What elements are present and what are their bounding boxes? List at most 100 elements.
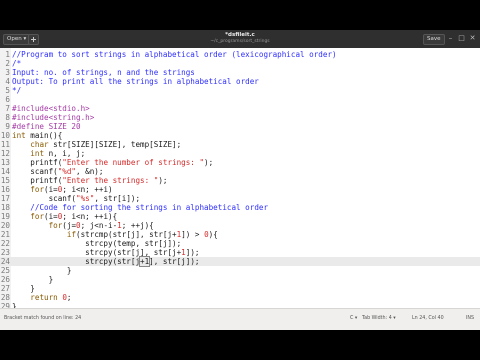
- code-line[interactable]: 13 printf("Enter the number of strings: …: [0, 158, 213, 167]
- tab-width-selector[interactable]: Tab Width: 4 ▾: [362, 315, 396, 323]
- code-token: (strcmp(str[j], str[j+: [76, 230, 177, 239]
- code-line[interactable]: 7 #include<stdio.h>: [0, 104, 89, 113]
- code-line[interactable]: 17 scanf("%s", str[i]);: [0, 194, 140, 203]
- code-token: (i=: [44, 185, 58, 194]
- code-line[interactable]: 2/*: [0, 59, 21, 68]
- line-number: 11: [0, 140, 10, 149]
- code-text: #include<string.h>: [12, 113, 94, 122]
- code-token: str[SIZE][SIZE], temp[SIZE];: [48, 140, 182, 149]
- code-line[interactable]: 27 }: [0, 284, 35, 293]
- code-editor[interactable]: 1//Program to sort strings in alphabetic…: [0, 48, 480, 308]
- code-line[interactable]: 24 strcpy(str[j+1], str[j]);: [0, 256, 199, 267]
- code-text: return 0;: [12, 293, 71, 302]
- open-button[interactable]: Open ▾: [3, 34, 31, 45]
- code-token: #include<string.h>: [12, 113, 95, 122]
- code-text: #define SIZE 20: [12, 122, 81, 131]
- code-line[interactable]: 11 char str[SIZE][SIZE], temp[SIZE];: [0, 140, 181, 149]
- code-line[interactable]: 26 }: [0, 275, 53, 284]
- code-line[interactable]: 23 strcpy(str[j], str[j+1]);: [0, 248, 200, 257]
- code-line[interactable]: 28 return 0;: [0, 293, 72, 302]
- line-number: 28: [0, 293, 10, 302]
- code-token: int: [30, 149, 45, 158]
- code-text: scanf("%s", str[i]);: [12, 194, 140, 203]
- line-number: 12: [0, 149, 10, 158]
- code-text: char str[SIZE][SIZE], temp[SIZE];: [12, 140, 181, 149]
- line-number: 27: [0, 284, 10, 293]
- line-number: 5: [5, 86, 10, 95]
- code-line[interactable]: 19 for(i=0; i<n; ++i){: [0, 212, 117, 221]
- code-text: int main(){: [12, 131, 62, 140]
- title-bar: Open ▾ *dsfileit.c ~/c_programs/sort_str…: [0, 30, 480, 48]
- code-token: "Enter the strings: ": [62, 176, 159, 185]
- code-line[interactable]: 4 Output: To print all the strings in alp…: [0, 77, 258, 86]
- code-token: }: [12, 284, 35, 293]
- maximize-icon[interactable]: □: [457, 34, 466, 43]
- code-token: ; ++j){: [121, 221, 154, 230]
- language-selector[interactable]: C ▾: [350, 315, 357, 323]
- code-line[interactable]: 25 }: [0, 266, 72, 275]
- status-message: Bracket match found on line: 24: [4, 316, 82, 321]
- code-token: ; i<n; ++i): [62, 185, 113, 194]
- code-token: strcpy(str[j], str[j+: [12, 248, 182, 257]
- code-line[interactable]: 18 //Code for sorting the strings in alp…: [0, 203, 268, 212]
- code-text: }: [12, 275, 54, 284]
- close-icon[interactable]: ✕: [468, 34, 477, 43]
- code-token: main(){: [25, 131, 63, 140]
- code-line[interactable]: 22 strcpy(temp, str[j]);: [0, 239, 181, 248]
- code-line[interactable]: 8 #include<string.h>: [0, 113, 94, 122]
- code-line[interactable]: 15 printf("Enter the strings: ");: [0, 176, 168, 185]
- line-number: 19: [0, 212, 10, 221]
- code-line[interactable]: 16 for(i=0; i<n; ++i): [0, 185, 113, 194]
- code-line[interactable]: 9 #define SIZE 20: [0, 122, 80, 131]
- code-token: #include<stdio.h>: [12, 104, 90, 113]
- status-bar: Bracket match found on line: 24 C ▾ Tab …: [0, 308, 480, 330]
- code-token: , &n);: [76, 167, 104, 176]
- window-title: *dsfileit.c: [225, 32, 255, 38]
- code-token: strcpy(temp, str[j]);: [12, 239, 182, 248]
- code-line[interactable]: 5 */: [0, 86, 21, 95]
- code-line[interactable]: 21 if(strcmp(str[j], str[j+1]) > 0){: [0, 230, 218, 239]
- code-line[interactable]: 1//Program to sort strings in alphabetic…: [0, 50, 336, 59]
- code-text: //Program to sort strings in alphabetica…: [12, 50, 337, 59]
- code-token: "%d": [57, 167, 77, 176]
- code-token: if: [66, 230, 77, 239]
- code-text: }: [12, 266, 72, 275]
- code-token: //Program to sort strings in alphabetica…: [12, 50, 337, 59]
- editor-window: Open ▾ *dsfileit.c ~/c_programs/sort_str…: [0, 30, 480, 330]
- code-text: /*: [12, 59, 21, 68]
- code-text: */: [12, 86, 21, 95]
- line-number: 6: [5, 95, 10, 104]
- code-token: char: [30, 140, 49, 149]
- line-number: 8: [5, 113, 10, 122]
- code-line[interactable]: 6: [0, 95, 10, 104]
- code-text: Input: no. of strings, n and the strings: [12, 68, 195, 77]
- line-number: 17: [0, 194, 10, 203]
- code-line[interactable]: 10 int main(){: [0, 131, 62, 140]
- line-number: 22: [0, 239, 10, 248]
- new-document-button[interactable]: [28, 34, 39, 45]
- code-line[interactable]: 20 for(j=0; j<n-i-1; ++j){: [0, 221, 154, 230]
- code-line[interactable]: 12 int n, i, j;: [0, 149, 85, 158]
- save-button[interactable]: Save: [423, 34, 445, 45]
- code-token: for: [48, 221, 63, 230]
- code-token: ; i<n; ++i){: [62, 212, 118, 221]
- line-number: 1: [5, 50, 10, 59]
- code-token: #define SIZE 20: [12, 122, 81, 131]
- code-line[interactable]: 14 scanf("%d", &n);: [0, 167, 104, 176]
- code-line[interactable]: 3 Input: no. of strings, n and the string…: [0, 68, 194, 77]
- code-token: n, i, j;: [44, 149, 86, 158]
- code-text: strcpy(temp, str[j]);: [12, 239, 181, 248]
- window-title-group: *dsfileit.c ~/c_programs/sort_strings: [190, 31, 290, 45]
- code-token: scanf(: [12, 194, 77, 203]
- line-number: 26: [0, 275, 10, 284]
- line-number: 2: [5, 59, 10, 68]
- line-number: 15: [0, 176, 10, 185]
- line-number: 7: [5, 104, 10, 113]
- minimize-icon[interactable]: –: [446, 34, 455, 43]
